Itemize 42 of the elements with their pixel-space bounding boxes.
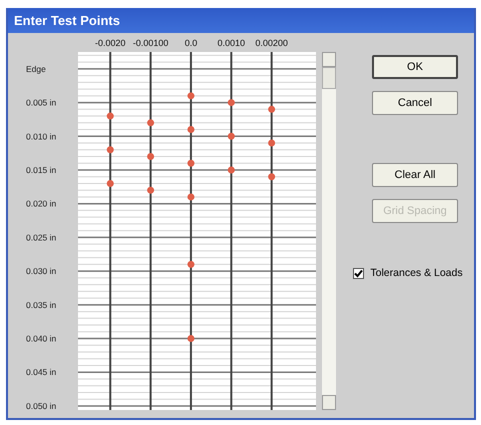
test-point[interactable] xyxy=(187,260,194,268)
test-point[interactable] xyxy=(228,99,235,106)
column-label: 0.0010 xyxy=(218,38,246,48)
dialog-button[interactable]: Cancel xyxy=(372,91,458,115)
window-title: Enter Test Points xyxy=(14,13,120,28)
test-point[interactable] xyxy=(268,106,276,113)
row-label: 0.010 in xyxy=(26,131,56,142)
test-point[interactable] xyxy=(106,146,114,154)
test-point[interactable] xyxy=(147,153,154,160)
column-label: 0.00200 xyxy=(255,38,288,48)
test-point[interactable] xyxy=(187,126,194,134)
row-label: 0.035 in xyxy=(26,300,56,310)
test-point[interactable] xyxy=(147,186,154,194)
row-label: 0.020 in xyxy=(26,198,56,209)
test-point[interactable] xyxy=(268,173,276,180)
row-label: 0.050 in xyxy=(26,400,56,411)
row-label: 0.045 in xyxy=(26,367,56,378)
row-label: 0.040 in xyxy=(26,334,56,344)
row-label: 0.005 in xyxy=(26,98,56,108)
row-label: 0.025 in xyxy=(26,232,56,242)
scroll-thumb[interactable] xyxy=(322,67,336,89)
test-point[interactable] xyxy=(228,166,235,174)
scrollbar[interactable] xyxy=(322,52,336,410)
column-label: -0.0020 xyxy=(95,38,126,48)
test-point[interactable] xyxy=(187,92,194,100)
row-label: Edge xyxy=(26,64,46,74)
row-label: 0.030 in xyxy=(26,266,56,276)
test-point[interactable] xyxy=(268,140,276,147)
row-label: 0.015 in xyxy=(26,164,56,175)
column-label: -0.00100 xyxy=(132,38,168,48)
test-point[interactable] xyxy=(147,119,154,126)
test-point[interactable] xyxy=(106,180,114,187)
test-point[interactable] xyxy=(228,132,235,140)
dialog-button[interactable]: Clear All xyxy=(372,163,458,187)
test-point[interactable] xyxy=(187,160,194,167)
test-point[interactable] xyxy=(106,112,114,120)
dialog-button[interactable]: OK xyxy=(372,55,458,79)
checkbox-label: Tolerances & Loads xyxy=(370,267,463,279)
test-point[interactable] xyxy=(187,335,194,342)
checkbox[interactable] xyxy=(353,268,364,278)
test-point[interactable] xyxy=(187,193,194,200)
column-label: 0.0 xyxy=(184,38,198,48)
